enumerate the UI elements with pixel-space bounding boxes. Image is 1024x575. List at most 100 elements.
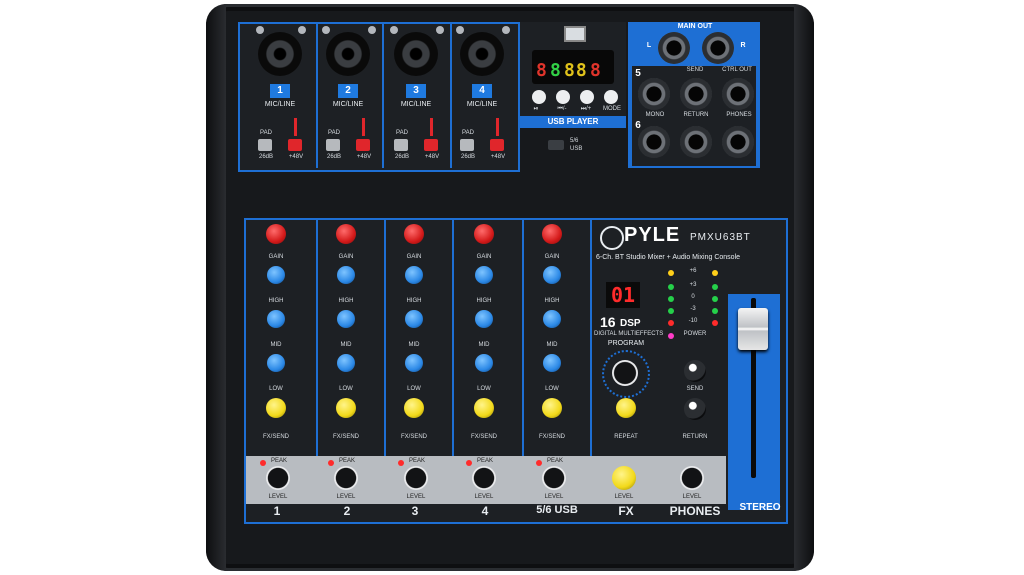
- program-knob[interactable]: [612, 360, 638, 386]
- low-eq-knob-5[interactable]: [543, 354, 561, 372]
- return-jack[interactable]: [680, 126, 712, 158]
- repeat-label: REPEAT: [614, 434, 638, 440]
- level-knob-5[interactable]: [542, 466, 566, 490]
- phantom-button-1[interactable]: [288, 139, 302, 151]
- pad-button-3[interactable]: [394, 139, 408, 151]
- next-button[interactable]: [580, 90, 594, 104]
- level-knob-1[interactable]: [266, 466, 290, 490]
- phantom-button-4[interactable]: [490, 139, 504, 151]
- high-label-1: HIGH: [268, 298, 284, 304]
- low-eq-knob-2[interactable]: [337, 354, 355, 372]
- channel-footer-3: 3: [411, 504, 419, 518]
- fx-send-knob-5[interactable]: [542, 398, 562, 418]
- high-label-5: HIGH: [544, 298, 560, 304]
- gain-knob-1[interactable]: [266, 224, 286, 244]
- level-knob-6[interactable]: [612, 466, 636, 490]
- pad-value-3: 26dB: [394, 154, 409, 160]
- high-eq-knob-4[interactable]: [475, 266, 493, 284]
- high-eq-knob-1[interactable]: [267, 266, 285, 284]
- source-switch[interactable]: [548, 140, 564, 150]
- mid-eq-knob-1[interactable]: [267, 310, 285, 328]
- level-knob-3[interactable]: [404, 466, 428, 490]
- usb-player-title: USB PLAYER: [520, 116, 626, 128]
- gain-label-3: GAIN: [406, 254, 422, 260]
- fx-send-knob-3[interactable]: [404, 398, 424, 418]
- gain-knob-3[interactable]: [404, 224, 424, 244]
- mid-label-2: MID: [340, 342, 352, 348]
- high-label-4: HIGH: [476, 298, 492, 304]
- phones-jack[interactable]: [722, 126, 754, 158]
- repeat-knob[interactable]: [616, 398, 636, 418]
- high-eq-knob-5[interactable]: [543, 266, 561, 284]
- high-label-2: HIGH: [338, 298, 354, 304]
- low-eq-knob-4[interactable]: [475, 354, 493, 372]
- model-name: PMXU63BT: [690, 232, 751, 243]
- high-eq-knob-2[interactable]: [337, 266, 355, 284]
- previous-button[interactable]: [556, 90, 570, 104]
- mid-eq-knob-5[interactable]: [543, 310, 561, 328]
- meter-mark-3: 0: [691, 294, 695, 300]
- meter-mark-5: -10: [688, 318, 698, 324]
- pad-value-1: 26dB: [258, 154, 273, 160]
- pad-button-2[interactable]: [326, 139, 340, 151]
- combo-input-jack-2[interactable]: [326, 32, 370, 76]
- phantom-button-2[interactable]: [356, 139, 370, 151]
- gain-label-4: GAIN: [476, 254, 492, 260]
- mid-eq-knob-4[interactable]: [475, 310, 493, 328]
- low-eq-knob-1[interactable]: [267, 354, 285, 372]
- ch5-input-jack[interactable]: [638, 78, 670, 110]
- low-label-1: LOW: [269, 386, 283, 392]
- brand-logo-text: PYLE: [624, 224, 681, 246]
- mid-eq-knob-3[interactable]: [405, 310, 423, 328]
- combo-input-jack-1[interactable]: [258, 32, 302, 76]
- phantom-button-3[interactable]: [424, 139, 438, 151]
- fx-send-knob-1[interactable]: [266, 398, 286, 418]
- play-pause-button[interactable]: [532, 90, 546, 104]
- gain-knob-4[interactable]: [474, 224, 494, 244]
- channel-type-label-4: MIC/LINE: [466, 101, 498, 108]
- main-out-left-jack[interactable]: [658, 32, 690, 64]
- phones-jack-label: PHONES: [726, 112, 752, 118]
- stereo-fader-knob[interactable]: [738, 308, 768, 350]
- channel-footer-5-6: 5/6 USB: [536, 504, 578, 516]
- source-5-6-label: 5/6: [570, 138, 579, 144]
- mode-button[interactable]: [604, 90, 618, 104]
- low-eq-knob-3[interactable]: [405, 354, 423, 372]
- level-knob-2[interactable]: [334, 466, 358, 490]
- low-label-2: LOW: [339, 386, 353, 392]
- level-knob-7[interactable]: [680, 466, 704, 490]
- pad-button-1[interactable]: [258, 139, 272, 151]
- gain-knob-5[interactable]: [542, 224, 562, 244]
- brand-subtitle: 6-Ch. BT Studio Mixer + Audio Mixing Con…: [596, 254, 741, 261]
- mid-label-3: MID: [408, 342, 420, 348]
- peak-label-5: PEAK: [546, 458, 563, 464]
- program-label: PROGRAM: [607, 340, 645, 347]
- dsp-count: 16: [600, 314, 616, 330]
- low-label-5: LOW: [545, 386, 559, 392]
- mid-eq-knob-2[interactable]: [337, 310, 355, 328]
- fx-send-knob[interactable]: [684, 360, 706, 382]
- ch6-input-jack[interactable]: [638, 126, 670, 158]
- ctrl-out-jack[interactable]: [722, 78, 754, 110]
- fx-return-knob[interactable]: [684, 398, 706, 420]
- phantom-label-3: +48V: [424, 154, 440, 160]
- combo-input-jack-4[interactable]: [460, 32, 504, 76]
- meter-mark-2: +3: [689, 282, 697, 288]
- peak-label-4: PEAK: [476, 458, 493, 464]
- send-jack[interactable]: [680, 78, 712, 110]
- right-side-panel: [794, 4, 814, 571]
- pad-button-4[interactable]: [460, 139, 474, 151]
- peak-label-1: PEAK: [270, 458, 287, 464]
- gain-label-1: GAIN: [268, 254, 284, 260]
- low-label-3: LOW: [407, 386, 421, 392]
- low-label-4: LOW: [477, 386, 491, 392]
- fx-send-knob-4[interactable]: [474, 398, 494, 418]
- high-eq-knob-3[interactable]: [405, 266, 423, 284]
- main-out-right-jack[interactable]: [702, 32, 734, 64]
- fx-send-knob-2[interactable]: [336, 398, 356, 418]
- usb-port[interactable]: [564, 26, 586, 42]
- channel-number-1: 1: [270, 84, 290, 98]
- gain-knob-2[interactable]: [336, 224, 356, 244]
- combo-input-jack-3[interactable]: [394, 32, 438, 76]
- level-knob-4[interactable]: [472, 466, 496, 490]
